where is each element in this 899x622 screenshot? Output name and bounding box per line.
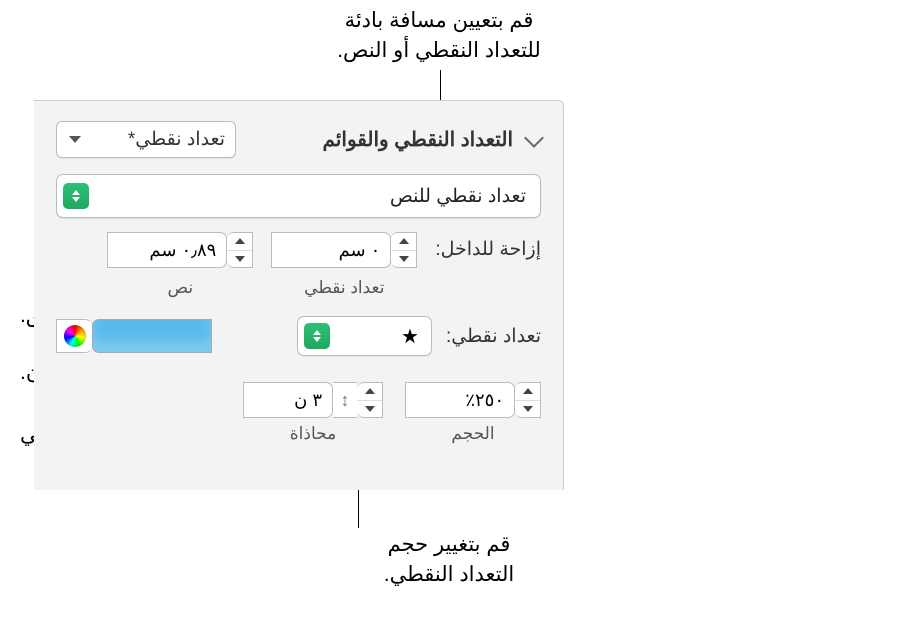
list-type-value: تعداد نقطي للنص: [390, 185, 526, 208]
step-up-button[interactable]: [515, 383, 540, 401]
color-wheel-button[interactable]: [56, 319, 92, 353]
updown-arrow-icon: ↕: [341, 390, 350, 411]
size-caption: الحجم: [451, 424, 494, 444]
align-stepper[interactable]: ↕: [243, 382, 383, 418]
list-type-select[interactable]: تعداد نقطي للنص: [56, 174, 541, 218]
step-down-button[interactable]: [515, 401, 540, 418]
stepper-spinner[interactable]: [357, 382, 383, 418]
list-style-popup[interactable]: تعداد نقطي*: [56, 121, 236, 158]
callout-indent-text: قم بتعيين مسافة بادئة للتعداد النقطي أو …: [337, 9, 541, 62]
step-down-button[interactable]: [357, 401, 382, 418]
indent-bullet-caption: تعداد نقطي: [304, 278, 384, 298]
indent-text-caption: نص: [168, 278, 194, 298]
bullet-glyph: ★: [401, 324, 419, 349]
double-arrow-icon: [71, 190, 81, 202]
callout-indent: قم بتعيين مسافة بادئة للتعداد النقطي أو …: [259, 6, 619, 67]
color-swatch[interactable]: [92, 319, 212, 353]
callout-resize-bullet: قم بتغيير حجم التعداد النقطي.: [334, 530, 564, 591]
bullet-glyph-select[interactable]: ★: [297, 316, 432, 356]
list-style-label: تعداد نقطي*: [128, 128, 225, 151]
step-down-button[interactable]: [391, 251, 416, 268]
step-up-button[interactable]: [357, 383, 382, 401]
indent-text-input[interactable]: [107, 232, 227, 268]
bullet-row: تعداد نقطي: ★: [56, 316, 541, 356]
indent-row: إزاحة للداخل: تعداد نقطي نص: [56, 232, 541, 298]
indent-label: إزاحة للداخل:: [435, 232, 541, 261]
size-align-row: الحجم ↕ محاذاة: [56, 382, 541, 444]
chevron-down-icon: [69, 136, 81, 143]
step-up-button[interactable]: [391, 233, 416, 251]
section-header: التعداد النقطي والقوائم تعداد نقطي*: [56, 121, 541, 158]
color-wheel-icon: [64, 325, 86, 347]
step-up-button[interactable]: [227, 233, 252, 251]
section-title-row[interactable]: التعداد النقطي والقوائم: [323, 127, 541, 152]
section-title: التعداد النقطي والقوائم: [323, 127, 513, 152]
size-block: الحجم: [405, 382, 541, 444]
stepper-spinner[interactable]: [391, 232, 417, 268]
color-group: [56, 319, 212, 353]
chevron-down-icon: [524, 128, 544, 148]
stepper-spinner[interactable]: [515, 382, 541, 418]
indent-text-group: نص: [107, 232, 253, 298]
callout-resize-bullet-text: قم بتغيير حجم التعداد النقطي.: [384, 533, 515, 586]
list-type-row: تعداد نقطي للنص: [56, 174, 541, 218]
popup-button: [304, 323, 330, 349]
stepper-spinner[interactable]: [227, 232, 253, 268]
size-stepper[interactable]: [405, 382, 541, 418]
bullets-lists-panel: التعداد النقطي والقوائم تعداد نقطي* تعدا…: [34, 100, 564, 490]
align-block: ↕ محاذاة: [243, 382, 383, 444]
indent-bullet-stepper[interactable]: [271, 232, 417, 268]
indent-text-stepper[interactable]: [107, 232, 253, 268]
align-drag-handle[interactable]: ↕: [333, 382, 357, 418]
align-caption: محاذاة: [290, 424, 336, 444]
double-arrow-icon: [312, 330, 322, 342]
align-input[interactable]: [243, 382, 333, 418]
indent-bullet-input[interactable]: [271, 232, 391, 268]
popup-button: [63, 183, 89, 209]
size-input[interactable]: [405, 382, 515, 418]
indent-bullet-group: تعداد نقطي: [271, 232, 417, 298]
bullet-label: تعداد نقطي:: [446, 325, 541, 348]
step-down-button[interactable]: [227, 251, 252, 268]
